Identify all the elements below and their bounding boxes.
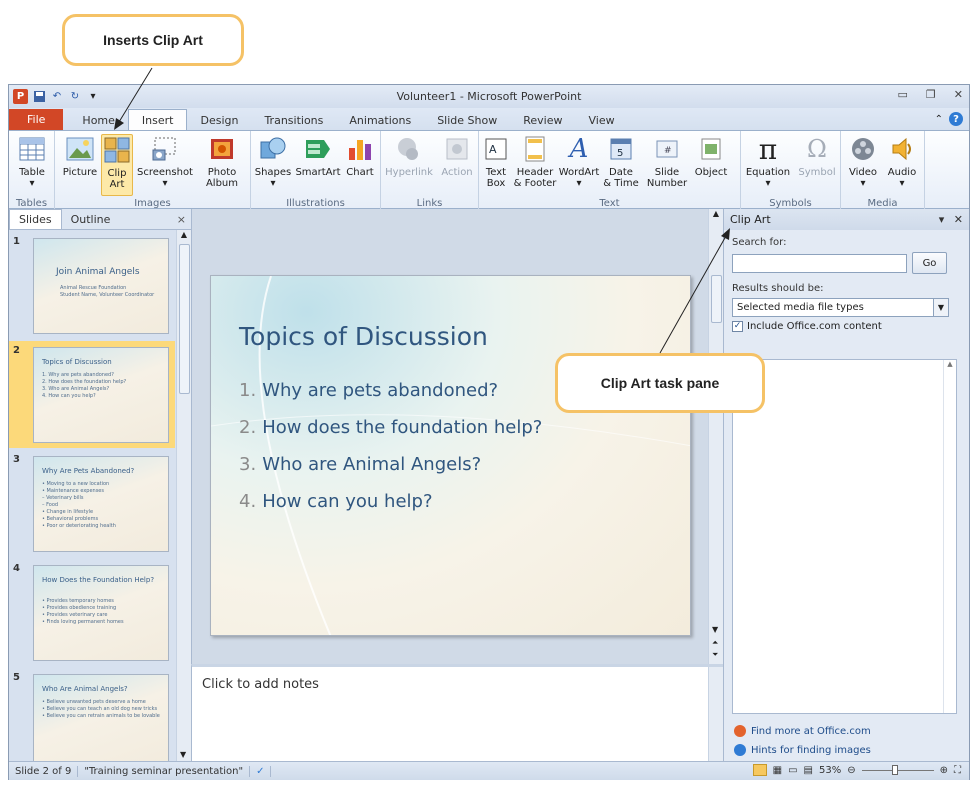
callout-pointer-lines [114, 67, 730, 354]
